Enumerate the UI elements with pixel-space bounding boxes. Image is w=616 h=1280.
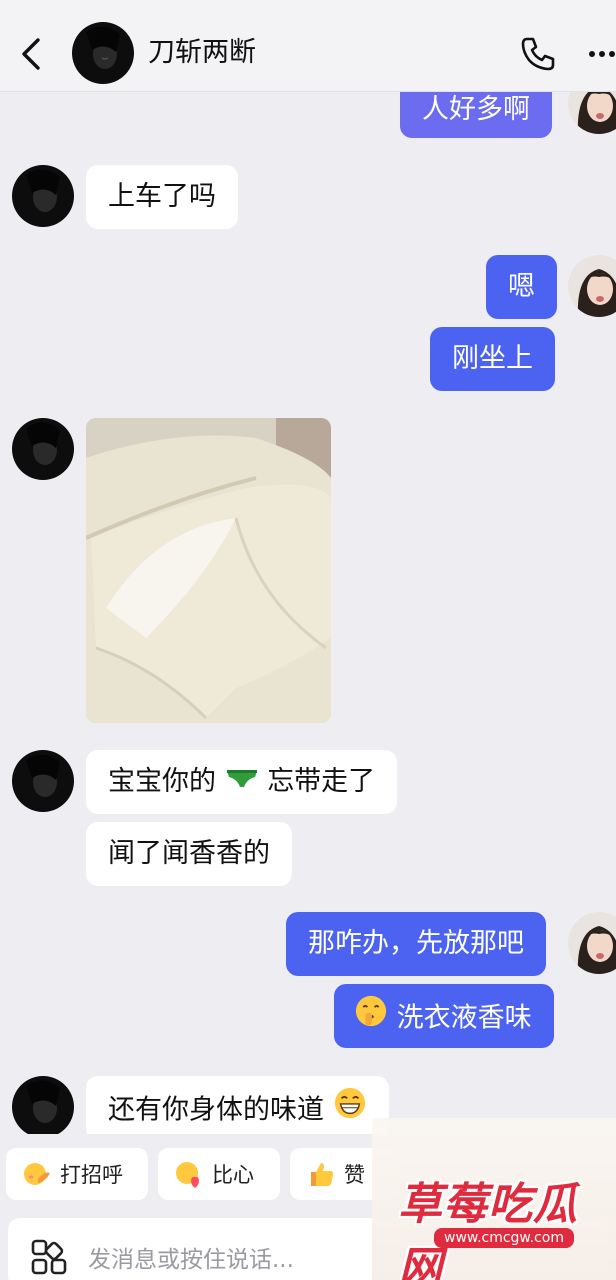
message-text: 人好多啊 — [422, 94, 530, 125]
contact-avatar[interactable] — [12, 165, 74, 227]
message-text-after: 忘带走了 — [267, 766, 376, 797]
watermark-url: www.cmcgw.com — [434, 1228, 574, 1248]
more-dots-icon — [589, 51, 615, 57]
contact-name: 刀斩两断 — [148, 37, 256, 68]
more-button[interactable] — [584, 34, 616, 74]
back-button[interactable] — [16, 34, 46, 74]
chat-header: 刀斩两断 — [0, 0, 616, 92]
message-bubble-other[interactable]: 还有你身体的味道 — [86, 1076, 389, 1140]
message-bubble-other[interactable]: 上车了吗 — [86, 165, 238, 229]
heart-hand-icon — [176, 1162, 199, 1188]
message-text: 还有你身体的味道 — [108, 1094, 324, 1126]
call-button[interactable] — [518, 34, 558, 74]
input-placeholder: 发消息或按住说话... — [88, 1247, 294, 1273]
contact-avatar[interactable] — [12, 418, 74, 480]
message-bubble-other[interactable]: 闻了闻香香的 — [86, 822, 292, 886]
message-bubble-self[interactable]: 刚坐上 — [430, 327, 555, 391]
site-watermark: 草莓吃瓜网 www.cmcgw.com — [372, 1118, 616, 1280]
message-text: 上车了吗 — [108, 181, 216, 212]
thumbs-up-icon — [311, 1163, 334, 1186]
grin-emoji — [333, 1086, 367, 1132]
message-text: 嗯 — [508, 271, 535, 302]
underwear-photo — [86, 418, 331, 723]
self-avatar[interactable] — [568, 255, 616, 317]
self-avatar[interactable] — [568, 912, 616, 974]
message-text: 闻了闻香香的 — [108, 838, 270, 869]
message-bubble-self[interactable]: 洗衣液香味 — [334, 984, 554, 1048]
quick-reply-greet[interactable]: 打招呼 — [6, 1148, 148, 1200]
quick-reply-label: 打招呼 — [60, 1163, 123, 1187]
message-text: 洗衣液香味 — [396, 1002, 532, 1034]
quick-reply-label: 比心 — [212, 1163, 254, 1187]
apps-grid-icon[interactable] — [30, 1238, 68, 1276]
watermark-title: 草莓吃瓜网 — [398, 1179, 578, 1280]
contact-avatar[interactable] — [12, 750, 74, 812]
phone-icon — [521, 37, 555, 71]
contact-avatar[interactable] — [72, 22, 134, 84]
message-bubble-self[interactable]: 嗯 — [486, 255, 557, 319]
contact-avatar[interactable] — [12, 1076, 74, 1138]
shush-face-emoji — [354, 994, 388, 1040]
green-underwear-emoji — [225, 761, 259, 801]
message-image[interactable] — [86, 418, 331, 723]
message-text-before: 宝宝你的 — [108, 766, 216, 797]
message-bubble-other[interactable]: 宝宝你的 忘带走了 — [86, 750, 398, 814]
message-text: 那咋办，先放那吧 — [308, 928, 524, 959]
message-bubble-self[interactable]: 那咋办，先放那吧 — [286, 912, 546, 976]
message-text: 刚坐上 — [452, 343, 533, 374]
quick-reply-heart[interactable]: 比心 — [158, 1148, 280, 1200]
quick-reply-label: 赞 — [344, 1163, 365, 1187]
wave-hand-icon — [24, 1163, 50, 1185]
chevron-left-icon — [22, 38, 40, 70]
